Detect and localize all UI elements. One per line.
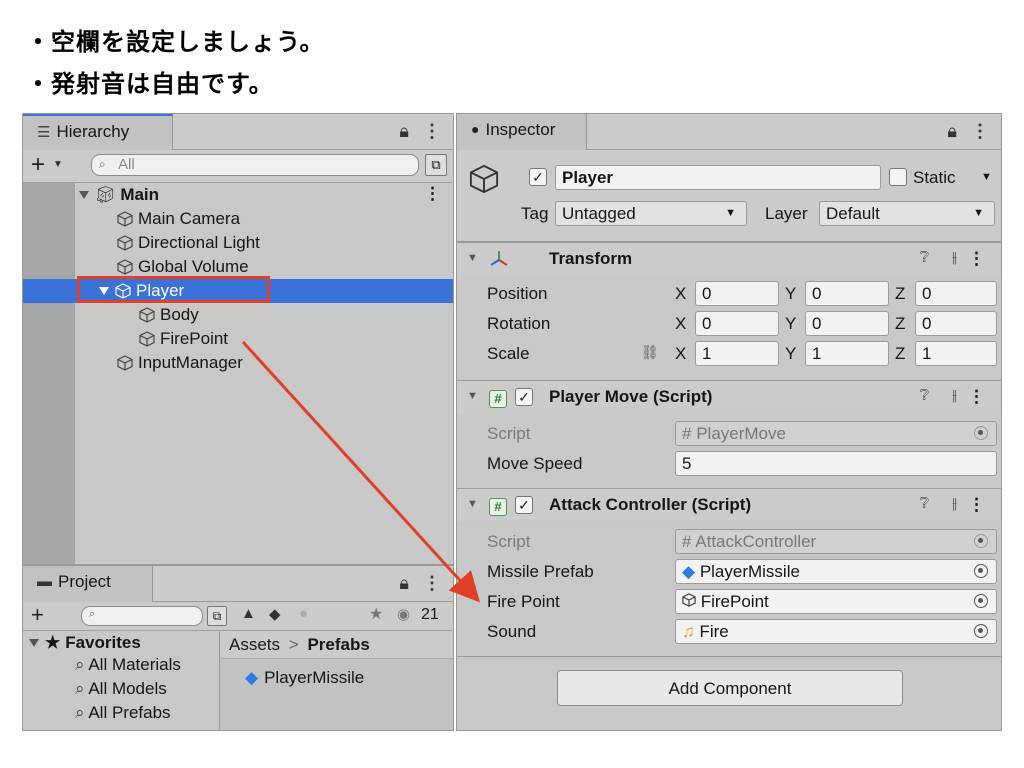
annotation-arrow: [241, 340, 481, 603]
